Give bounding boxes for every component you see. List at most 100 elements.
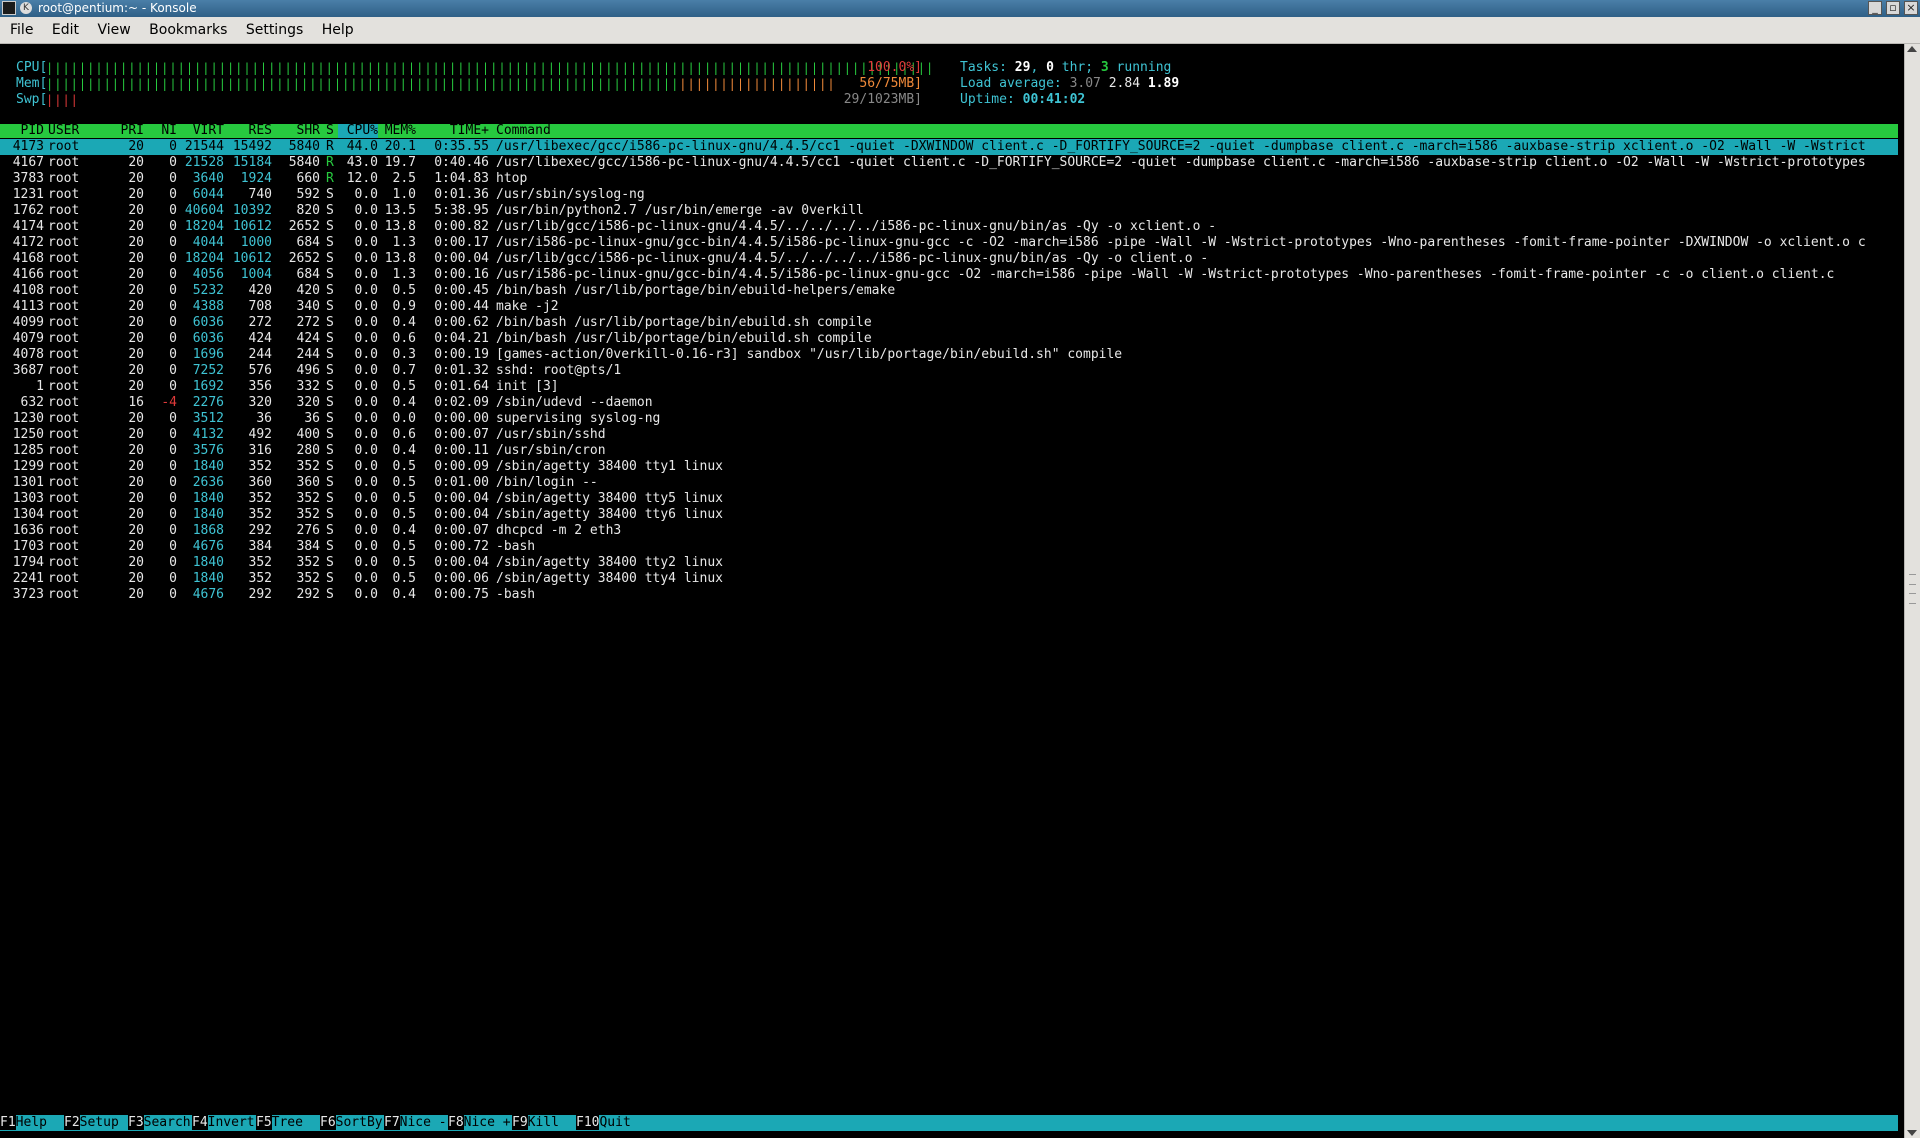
process-row[interactable]: 1299 root 20 0 1840 352 352 S 0.0 0.5 0:00.09/sbin… (0, 459, 1898, 475)
vertical-scrollbar[interactable] (1904, 44, 1920, 1138)
process-row[interactable]: 4166 root 20 0 4056 1004 684 S 0.0 1.3 0:00.16/usr… (0, 267, 1898, 283)
cell-pri: 20 (128, 139, 144, 154)
menu-edit[interactable]: Edit (45, 17, 86, 43)
process-row[interactable]: 4113 root 20 0 4388 708 340 S 0.0 0.9 0:00.44 make … (0, 299, 1898, 315)
process-row[interactable]: 1303 root 20 0 1840 352 352 S 0.0 0.5 0:00.04/sbin… (0, 491, 1898, 507)
cell-pri: 20 (128, 555, 144, 570)
cell-pri: 20 (128, 459, 144, 474)
col-shr[interactable]: SHR (276, 124, 320, 138)
col-virt[interactable]: VIRT (182, 124, 224, 138)
fkey-f8[interactable]: F8Nice + (448, 1115, 511, 1131)
process-row[interactable]: 632 root 16 -4 2276 320 320 S 0.0 0.4 0:02.09/sbin… (0, 395, 1898, 411)
minimize-icon[interactable]: _ (1868, 1, 1882, 15)
menu-settings[interactable]: Settings (239, 17, 310, 43)
cell-pid: 1285 (12, 443, 44, 458)
fkey-f1[interactable]: F1Help (0, 1115, 63, 1131)
cell-shr: 660 (296, 171, 320, 186)
window-titlebar[interactable]: K root@pentium:~ - Konsole _ ▫ × (0, 0, 1920, 17)
process-row[interactable]: 1762 root 20 0 40604 10392 820 S 0.0 13.5 5:38.95 /… (0, 203, 1898, 219)
maximize-icon[interactable]: ▫ (1886, 1, 1900, 15)
cell-cpu: 0.0 (354, 379, 378, 394)
process-row[interactable]: 1 root 20 0 1692 356 332 S 0.0 0.5 0:01.64 init [3] (0, 379, 1898, 395)
process-row[interactable]: 1285 root 20 0 3576 316 280 S 0.0 0.4 0:00.11/usr/… (0, 443, 1898, 459)
cell-mem: 0.5 (392, 283, 416, 298)
process-row[interactable]: 1703 root 20 0 4676 384 384 S 0.0 0.5 0:00.72 -bash (0, 539, 1898, 555)
process-row[interactable]: 4174 root 20 0 18204 10612 2652 S 0.0 13.8 0:00.82… (0, 219, 1898, 235)
terminal-area[interactable]: CPU[ |||||||||||||||||||||||||||||||||||… (0, 44, 1904, 1138)
cell-shr: 272 (296, 315, 320, 330)
col-command[interactable]: Command (496, 124, 1896, 138)
cell-virt: 40604 (184, 203, 224, 218)
process-row[interactable]: 1304 root 20 0 1840 352 352 S 0.0 0.5 0:00.04/sbin… (0, 507, 1898, 523)
fkey-f4[interactable]: F4Invert (192, 1115, 255, 1131)
col-user[interactable]: USER (48, 124, 79, 138)
fkey-f10[interactable]: F10Quit (576, 1115, 646, 1131)
cell-time: 0:00.44 (434, 299, 489, 314)
cell-shr: 332 (296, 379, 320, 394)
col-pid[interactable]: PID (0, 124, 44, 138)
process-row[interactable]: 4168 root 20 0 18204 10612 2652 S 0.0 13.8 0:00.04… (0, 251, 1898, 267)
menu-file[interactable]: File (0, 17, 40, 43)
col-res[interactable]: RES (228, 124, 272, 138)
cell-res: 492 (248, 427, 272, 442)
col-pri[interactable]: PRI (110, 124, 144, 138)
cell-res: 316 (248, 443, 272, 458)
process-table-header[interactable]: PID USER PRI NI VIRT RES SHR S CPU% MEM%… (0, 124, 1898, 138)
cell-pri: 20 (128, 251, 144, 266)
process-row[interactable]: 1636 root 20 0 1868 292 276 S 0.0 0.4 0:00.07 dhcpc… (0, 523, 1898, 539)
cell-shr: 292 (296, 587, 320, 602)
process-row[interactable]: 1230 root 20 0 3512 36 36 S 0.0 0.0 0:00.00 supervi… (0, 411, 1898, 427)
process-row[interactable]: 4079 root 20 0 6036 424 424 S 0.0 0.6 0:04.21/bin/… (0, 331, 1898, 347)
process-row[interactable]: 3783 root 20 0 3640 1924 660 R 12.0 2.5 1:04.83 hto… (0, 171, 1898, 187)
col-time[interactable]: TIME+ (418, 124, 489, 138)
cell-pri: 20 (128, 491, 144, 506)
process-row[interactable]: 4099 root 20 0 6036 272 272 S 0.0 0.4 0:00.62/bin/… (0, 315, 1898, 331)
cell-s: S (326, 315, 334, 330)
process-row[interactable]: 4167 root 20 0 21528 15184 5840 R 43.0 19.7 0:40.4… (0, 155, 1898, 171)
col-cpu[interactable]: CPU% (338, 124, 378, 138)
col-state[interactable]: S (326, 124, 336, 138)
cell-cpu: 0.0 (354, 475, 378, 490)
fkey-f6[interactable]: F6SortBy (320, 1115, 383, 1131)
process-row[interactable]: 2241 root 20 0 1840 352 352 S 0.0 0.5 0:00.06/sbin… (0, 571, 1898, 587)
process-row[interactable]: 3687 root 20 0 7252 576 496 S 0.0 0.7 0:01.32 sshd:… (0, 363, 1898, 379)
process-row[interactable]: 4173 root 20 0 21544 15492 5840 R 44.0 20.1 0:35.5… (0, 139, 1898, 155)
cell-cpu: 0.0 (354, 491, 378, 506)
fkey-f9[interactable]: F9Kill (512, 1115, 575, 1131)
swap-meter-value: 29/1023MB] (843, 92, 922, 107)
fkey-f7[interactable]: F7Nice - (384, 1115, 447, 1131)
col-ni[interactable]: NI (148, 124, 177, 138)
scroll-down-icon[interactable] (1907, 1130, 1917, 1136)
process-row[interactable]: 1231 root 20 0 6044 740 592 S 0.0 1.0 0:01.36/usr/… (0, 187, 1898, 203)
cell-ni: 0 (169, 283, 177, 298)
process-row[interactable]: 1794 root 20 0 1840 352 352 S 0.0 0.5 0:00.04/sbin… (0, 555, 1898, 571)
cell-s: S (326, 299, 334, 314)
menu-bookmarks[interactable]: Bookmarks (142, 17, 234, 43)
scroll-up-icon[interactable] (1907, 46, 1917, 52)
process-row[interactable]: 4078 root 20 0 1696 244 244 S 0.0 0.3 0:00.19 [game… (0, 347, 1898, 363)
fkey-f2[interactable]: F2Setup (64, 1115, 127, 1131)
cell-mem: 0.5 (392, 507, 416, 522)
fkey-f3[interactable]: F3Search (128, 1115, 191, 1131)
cell-shr: 280 (296, 443, 320, 458)
cell-s: S (326, 235, 334, 250)
cell-res: 424 (248, 331, 272, 346)
close-icon[interactable]: × (1904, 1, 1918, 15)
fkey-f5[interactable]: F5Tree (256, 1115, 319, 1131)
process-row[interactable]: 1301 root 20 0 2636 360 360 S 0.0 0.5 0:01.00/bin/… (0, 475, 1898, 491)
cell-res: 1924 (240, 171, 272, 186)
cell-virt: 1840 (192, 555, 224, 570)
cell-pri: 20 (128, 411, 144, 426)
terminal-app-icon[interactable] (2, 1, 16, 15)
menu-view[interactable]: View (90, 17, 137, 43)
cell-time: 0:00.11 (434, 443, 489, 458)
process-row[interactable]: 1250 root 20 0 4132 492 400 S 0.0 0.6 0:00.07/usr/… (0, 427, 1898, 443)
cell-s: S (326, 363, 334, 378)
menu-help[interactable]: Help (315, 17, 361, 43)
process-row[interactable]: 3723 root 20 0 4676 292 292 S 0.0 0.4 0:00.75 -bash (0, 587, 1898, 603)
col-mem[interactable]: MEM% (382, 124, 416, 138)
process-row[interactable]: 4108 root 20 0 5232 420 420 S 0.0 0.5 0:00.45/bin/… (0, 283, 1898, 299)
swap-meter-bars: |||| (46, 93, 79, 107)
threads-label: thr; (1053, 60, 1101, 75)
process-row[interactable]: 4172 root 20 0 4044 1000 684 S 0.0 1.3 0:00.17/usr… (0, 235, 1898, 251)
